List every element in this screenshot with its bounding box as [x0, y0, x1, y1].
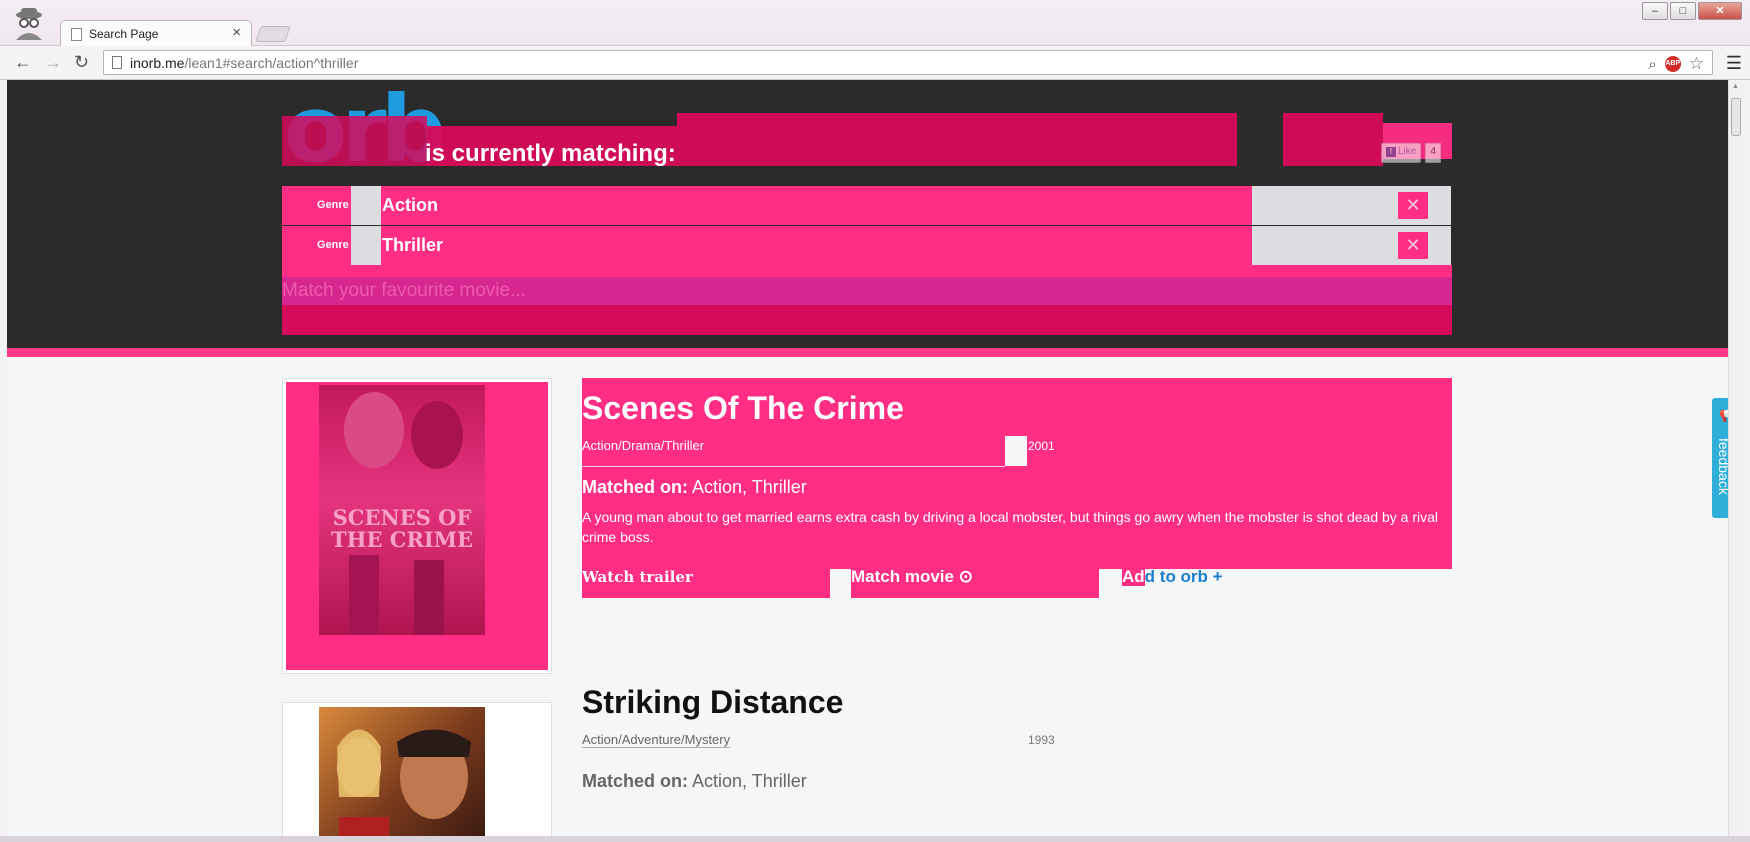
incognito-icon — [10, 6, 48, 42]
header-accent-strip — [7, 348, 1728, 357]
movie-genres[interactable]: Action/Adventure/Mystery — [582, 732, 731, 748]
tab-close-icon[interactable]: × — [232, 24, 241, 41]
poster-title-text: SCENES OF THE CRIME — [330, 505, 474, 552]
add-to-orb-button[interactable]: Add to orb + — [1122, 567, 1223, 587]
poster-card[interactable]: SCENES OF THE CRIME — [282, 378, 552, 674]
poster-card[interactable] — [282, 702, 552, 836]
window-frame — [0, 836, 1750, 842]
genre-filter-action: Genre Action ✕ — [282, 186, 1452, 225]
vertical-scrollbar[interactable]: ▲ — [1728, 80, 1742, 836]
header-block — [282, 116, 427, 166]
document-icon — [112, 56, 122, 69]
tab-title: Search Page — [89, 27, 159, 41]
movie-synopsis: A young man about to get married earns e… — [582, 509, 1439, 545]
genre-divider — [351, 186, 381, 225]
header-block — [1283, 113, 1383, 166]
matched-on: Matched on: Action, Thriller — [582, 477, 807, 498]
match-movie-button[interactable]: Match movie ⊙ — [851, 558, 1099, 598]
minimize-button[interactable]: – — [1642, 2, 1668, 20]
forward-icon[interactable]: → — [44, 52, 62, 73]
matched-label: Matched on: — [582, 477, 688, 497]
watch-trailer-button[interactable]: Watch trailer — [582, 558, 830, 598]
browser-toolbar: ← → ↻ inorb.me/lean1#search/action^thril… — [0, 46, 1750, 80]
close-window-button[interactable]: ✕ — [1698, 2, 1742, 20]
genre-divider — [351, 226, 381, 265]
movie-title[interactable]: Scenes Of The Crime — [582, 390, 904, 427]
movie-poster — [319, 707, 485, 836]
header-block — [677, 113, 1237, 166]
page-viewport: orb is currently matching: fLike 4 Genre… — [7, 80, 1728, 836]
matched-values: Action, Thriller — [692, 771, 807, 791]
back-icon[interactable]: ← — [14, 52, 32, 73]
menu-icon[interactable]: ☰ — [1726, 53, 1742, 74]
zoom-icon[interactable]: ⌕ — [1648, 56, 1656, 73]
tab-search-page[interactable]: Search Page × — [60, 20, 252, 47]
facebook-icon: f — [1386, 147, 1396, 157]
matched-label: Matched on: — [582, 771, 688, 791]
genre-filter-thriller: Genre Thriller ✕ — [282, 226, 1452, 265]
movie-search-input[interactable]: Match your favourite movie... — [282, 277, 1452, 305]
scrollbar-thumb[interactable] — [1731, 98, 1741, 136]
adblock-icon[interactable]: ABP — [1664, 56, 1681, 72]
scroll-up-icon[interactable]: ▲ — [1732, 83, 1739, 90]
genre-type-label: Genre — [317, 239, 349, 251]
matching-label: is currently matching: — [425, 140, 676, 167]
browser-tabstrip: Search Page × – □ ✕ — [0, 0, 1750, 47]
url-text: inorb.me/lean1#search/action^thriller — [130, 55, 359, 71]
facebook-like-button[interactable]: f Like — [1381, 143, 1422, 163]
page-icon — [71, 28, 82, 41]
maximize-button[interactable]: □ — [1670, 2, 1696, 20]
movie-title[interactable]: Striking Distance — [582, 684, 843, 721]
remove-genre-icon[interactable]: ✕ — [1398, 232, 1428, 259]
genre-name: Thriller — [382, 235, 444, 255]
movie-year: 2001 — [1028, 439, 1055, 453]
search-underlay — [282, 305, 1452, 335]
matched-values: Action, Thriller — [692, 477, 807, 497]
matched-on: Matched on: Action, Thriller — [582, 771, 807, 792]
header-block — [282, 265, 1452, 277]
genre-type-label: Genre — [317, 199, 349, 211]
window-controls: – □ ✕ — [1642, 2, 1742, 20]
site-header: orb is currently matching: fLike 4 Genre… — [7, 80, 1728, 348]
facebook-like-widget[interactable]: f Like 4 — [1381, 143, 1461, 163]
remove-genre-icon[interactable]: ✕ — [1398, 192, 1428, 219]
address-bar[interactable]: inorb.me/lean1#search/action^thriller ⌕ … — [103, 50, 1713, 75]
like-count: 4 — [1425, 143, 1441, 163]
movie-genres[interactable]: Action/Drama/Thriller — [582, 438, 704, 453]
movie-poster: SCENES OF THE CRIME — [319, 385, 485, 635]
movie-year: 1993 — [1028, 733, 1055, 747]
reload-icon[interactable]: ↻ — [74, 52, 89, 73]
bookmark-star-icon[interactable]: ☆ — [1689, 54, 1704, 74]
card-notch — [1005, 436, 1027, 466]
new-tab-button[interactable] — [255, 26, 291, 42]
genre-name: Action — [382, 195, 438, 215]
genre-underline — [582, 466, 1005, 467]
